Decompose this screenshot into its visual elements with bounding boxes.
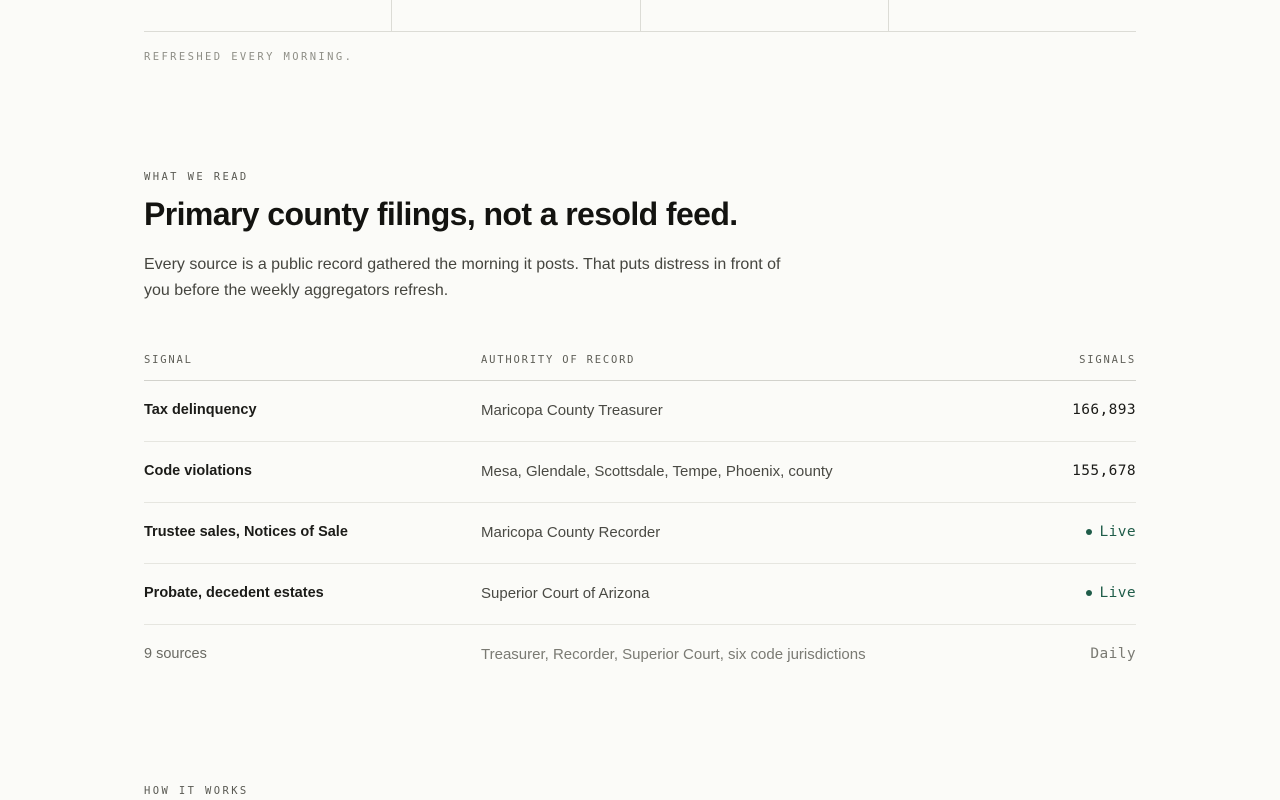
header-signal: SIGNAL: [144, 354, 193, 366]
row-authority: Maricopa County Recorder: [481, 524, 661, 541]
header-signals: SIGNALS: [1079, 354, 1136, 366]
summary-frequency: Daily: [1090, 646, 1136, 662]
section-title: Primary county filings, not a resold fee…: [144, 196, 738, 232]
live-status: Live: [1086, 585, 1136, 601]
row-authority: Maricopa County Treasurer: [481, 402, 663, 419]
summary-sources: 9 sources: [144, 646, 207, 662]
table-row: Code violations Mesa, Glendale, Scottsda…: [144, 442, 1136, 503]
row-signal: Code violations: [144, 463, 252, 479]
sources-table: SIGNAL AUTHORITY OF RECORD SIGNALS Tax d…: [144, 340, 1136, 685]
row-count: 155,678: [1072, 463, 1136, 479]
table-header: SIGNAL AUTHORITY OF RECORD SIGNALS: [144, 340, 1136, 381]
summary-authority: Treasurer, Recorder, Superior Court, six…: [481, 646, 866, 663]
table-row: Trustee sales, Notices of Sale Maricopa …: [144, 503, 1136, 564]
table-row: Tax delinquency Maricopa County Treasure…: [144, 381, 1136, 442]
row-signal: Tax delinquency: [144, 402, 257, 418]
header-authority: AUTHORITY OF RECORD: [481, 354, 636, 366]
live-label: Live: [1099, 524, 1136, 540]
next-section-eyebrow: HOW IT WORKS: [144, 785, 249, 797]
stats-strip: [144, 0, 1136, 32]
section-eyebrow: WHAT WE READ: [144, 171, 249, 183]
table-summary-row: 9 sources Treasurer, Recorder, Superior …: [144, 625, 1136, 685]
live-dot-icon: [1086, 590, 1093, 596]
stats-cell: [144, 0, 393, 31]
stats-cell: [641, 0, 889, 31]
row-authority: Mesa, Glendale, Scottsdale, Tempe, Phoen…: [481, 463, 833, 480]
row-signal: Trustee sales, Notices of Sale: [144, 524, 348, 540]
row-authority: Superior Court of Arizona: [481, 585, 650, 602]
stats-cell: [889, 0, 1136, 31]
live-dot-icon: [1086, 529, 1093, 535]
row-signal: Probate, decedent estates: [144, 585, 324, 601]
refresh-note: REFRESHED EVERY MORNING.: [144, 51, 354, 63]
row-count: 166,893: [1072, 402, 1136, 418]
table-row: Probate, decedent estates Superior Court…: [144, 564, 1136, 625]
stats-cell: [392, 0, 641, 31]
live-label: Live: [1099, 585, 1136, 601]
live-status: Live: [1086, 524, 1136, 540]
section-lede: Every source is a public record gathered…: [144, 256, 781, 299]
